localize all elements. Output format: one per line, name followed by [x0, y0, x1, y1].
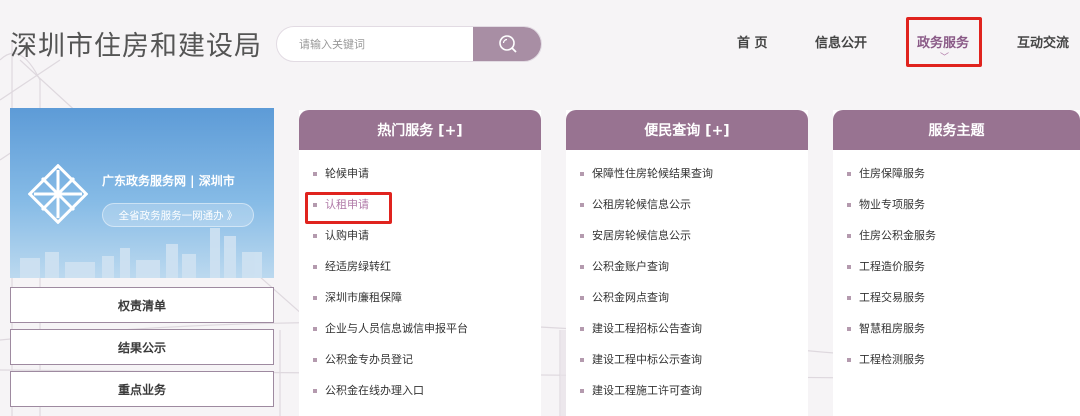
banner-skyline	[20, 228, 262, 278]
site-title: 深圳市住房和建设局	[10, 31, 262, 62]
gd-gov-service-banner[interactable]: 广东政务服务网 | 深圳市 全省政务服务一网通办 》	[10, 108, 274, 278]
list-item[interactable]: 企业与人员信息诚信申报平台	[313, 313, 541, 344]
list-item[interactable]: 建设工程施工许可查询	[580, 375, 808, 406]
list-item[interactable]: 公积金在线办理入口	[313, 375, 541, 406]
list-item[interactable]: 建设工程招标公告查询	[580, 313, 808, 344]
column-header[interactable]: 热门服务 [+]	[299, 110, 541, 150]
nav-item-info-disclosure[interactable]: 信息公开	[815, 32, 867, 51]
list-item[interactable]: 安居房轮候信息公示	[580, 220, 808, 251]
search-input[interactable]	[277, 27, 473, 61]
list-item[interactable]: 住房公积金服务	[847, 220, 1080, 251]
column-service-themes: 服务主题 住房保障服务 物业专项服务 住房公积金服务 工程造价服务 工程交易服务…	[833, 110, 1080, 416]
column-convenience-query: 便民查询 [+] 保障性住房轮候结果查询 公租房轮候信息公示 安居房轮候信息公示…	[566, 110, 808, 416]
list-item[interactable]: 公租房轮候信息公示	[580, 189, 808, 220]
list-item[interactable]: 智慧租房服务	[847, 313, 1080, 344]
list-item[interactable]: 公积金专办员登记	[313, 344, 541, 375]
list-item[interactable]: 经适房绿转红	[313, 251, 541, 282]
item-highlight-box	[305, 192, 392, 224]
chevron-down-icon: ﹀	[940, 53, 950, 63]
nav-item-interaction[interactable]: 互动交流	[1017, 32, 1069, 51]
list-item[interactable]: 公积金网点查询	[580, 282, 808, 313]
search-button[interactable]	[473, 27, 541, 61]
search-icon	[499, 35, 517, 53]
search-bar	[276, 26, 542, 62]
side-button-key-business[interactable]: 重点业务	[10, 371, 274, 407]
list-item[interactable]: 物业专项服务	[847, 189, 1080, 220]
list-item[interactable]: 工程造价服务	[847, 251, 1080, 282]
list-item[interactable]: 住房保障服务	[847, 158, 1080, 189]
list-item[interactable]: 轮候申请	[313, 158, 541, 189]
list-item[interactable]: 工程交易服务	[847, 282, 1080, 313]
banner-title: 广东政务服务网 | 深圳市	[102, 174, 235, 188]
column-header[interactable]: 便民查询 [+]	[566, 110, 808, 150]
list-item[interactable]: 深圳市廉租保障	[313, 282, 541, 313]
column-header[interactable]: 服务主题	[833, 110, 1080, 150]
side-button-result-publicity[interactable]: 结果公示	[10, 329, 274, 365]
list-item[interactable]: 认购申请	[313, 220, 541, 251]
column-hot-services: 热门服务 [+] 轮候申请 认租申请 认购申请 经适房绿转红 深圳市廉租保障 企…	[299, 110, 541, 416]
list-item[interactable]: 工程检测服务	[847, 344, 1080, 375]
guangdong-gov-logo-icon	[28, 164, 88, 224]
nav-item-home[interactable]: 首 页	[737, 32, 768, 51]
list-item[interactable]: 公积金账户查询	[580, 251, 808, 282]
list-item[interactable]: 建设工程中标公示查询	[580, 344, 808, 375]
side-button-responsibility-list[interactable]: 权责清单	[10, 287, 274, 323]
list-item[interactable]: 保障性住房轮候结果查询	[580, 158, 808, 189]
